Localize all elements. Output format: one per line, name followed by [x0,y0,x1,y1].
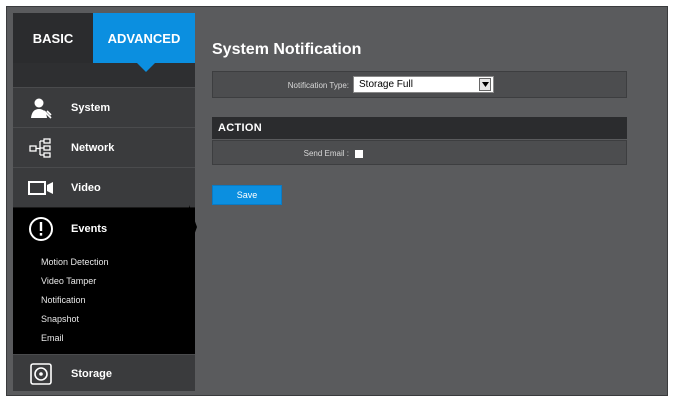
storage-disk-icon [13,354,69,392]
sidebar-item-system[interactable]: System [13,87,195,127]
submenu-item-motion-detection[interactable]: Motion Detection [13,253,195,272]
action-section-header: ACTION [212,117,627,139]
sidebar: BASIC ADVANCED System Network Video Even… [13,13,195,391]
active-item-pointer [189,205,197,249]
main-content: System Notification Notification Type: S… [207,13,667,391]
chevron-down-icon [479,78,491,91]
tab-basic[interactable]: BASIC [13,13,93,63]
page-title: System Notification [212,41,362,58]
save-button[interactable]: Save [212,185,282,205]
sidebar-item-network[interactable]: Network [13,127,195,167]
send-email-row: Send Email : [212,140,627,165]
notification-type-row: Notification Type: Storage Full [212,71,627,98]
sidebar-item-label: Network [71,141,115,154]
sidebar-menu: System Network Video Events Motion Detec… [13,87,195,391]
events-submenu: Motion Detection Video Tamper Notificati… [13,249,195,354]
notification-type-select[interactable]: Storage Full [353,76,494,93]
notification-type-label: Notification Type: [287,81,349,90]
sidebar-item-label: Storage [71,367,112,380]
network-icon [13,128,69,168]
sidebar-item-label: Events [71,222,108,235]
events-alert-icon [13,209,69,249]
submenu-item-video-tamper[interactable]: Video Tamper [13,272,195,291]
sidebar-item-storage[interactable]: Storage [13,354,195,391]
submenu-item-snapshot[interactable]: Snapshot [13,310,195,329]
send-email-label: Send Email : [303,149,349,158]
tab-advanced[interactable]: ADVANCED [93,13,195,72]
submenu-item-notification[interactable]: Notification [13,291,195,310]
sidebar-item-label: System [71,101,111,114]
sidebar-item-label: Video [71,181,101,194]
mode-tabs: BASIC ADVANCED [13,13,195,72]
sidebar-item-video[interactable]: Video [13,167,195,207]
sidebar-item-events[interactable]: Events [13,207,195,249]
app-frame: BASIC ADVANCED System Network Video Even… [6,6,668,396]
notification-type-value: Storage Full [359,79,413,90]
submenu-item-email[interactable]: Email [13,329,195,348]
system-admin-icon [13,88,69,128]
video-camera-icon [13,168,69,208]
send-email-checkbox[interactable] [355,150,363,158]
